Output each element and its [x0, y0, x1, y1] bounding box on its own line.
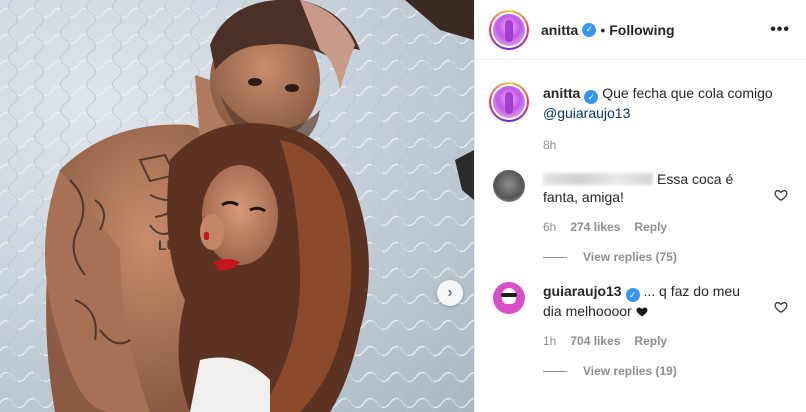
verified-badge-icon: ✓	[582, 22, 597, 37]
caption-avatar[interactable]	[489, 82, 529, 122]
view-replies-label: View replies (75)	[583, 250, 677, 264]
photo-illustration: LUCK	[0, 0, 474, 412]
replies-divider	[543, 370, 567, 372]
post-photo[interactable]: LUCK ›	[0, 0, 474, 412]
commenter-username[interactable]: guiaraujo13	[543, 283, 622, 299]
reply-button[interactable]: Reply	[634, 334, 667, 348]
commenter-avatar[interactable]	[493, 170, 525, 202]
caption-timestamp[interactable]: 8h	[543, 138, 773, 152]
instagram-post: LUCK ›	[0, 0, 806, 412]
following-button[interactable]: Following	[609, 22, 674, 38]
author-username[interactable]: anitta	[541, 22, 578, 38]
blurred-username	[543, 173, 653, 185]
author-avatar-image	[493, 13, 525, 46]
separator-dot: •	[600, 21, 606, 38]
caption-text: Que fecha que cola comigo	[602, 85, 773, 101]
comment-likes-count[interactable]: 704 likes	[570, 334, 620, 348]
replies-divider	[543, 256, 567, 258]
post-header: anitta ✓ • Following •••	[475, 0, 806, 60]
view-replies-button[interactable]: View replies (75)	[543, 250, 790, 264]
comments-section: anitta ✓ Que fecha que cola comigo @guiar…	[475, 60, 806, 378]
black-heart-icon	[636, 307, 648, 317]
caption-mention-link[interactable]: @guiaraujo13	[543, 105, 630, 121]
comment-item: Essa coca é fanta, amiga! 6h 274 likes R…	[489, 170, 790, 234]
reply-button[interactable]: Reply	[634, 220, 667, 234]
view-replies-button[interactable]: View replies (19)	[543, 364, 790, 378]
like-heart-icon[interactable]	[774, 300, 788, 314]
post-sidebar: anitta ✓ • Following ••• anitta ✓ Que fec…	[474, 0, 806, 412]
post-caption: anitta ✓ Que fecha que cola comigo @guiar…	[489, 76, 790, 152]
commenter-avatar[interactable]	[493, 282, 525, 314]
comment-timestamp[interactable]: 1h	[543, 334, 556, 348]
carousel-next-button[interactable]: ›	[437, 280, 463, 306]
comment-item: guiaraujo13 ✓ ... q faz do meu dia melhoo…	[489, 282, 790, 348]
more-options-icon[interactable]: •••	[770, 21, 790, 39]
caption-avatar-image	[493, 86, 525, 118]
chevron-right-icon: ›	[447, 284, 453, 301]
author-avatar[interactable]	[489, 9, 529, 50]
verified-badge-icon: ✓	[584, 90, 599, 104]
comment-timestamp[interactable]: 6h	[543, 220, 556, 234]
like-heart-icon[interactable]	[774, 188, 788, 202]
comment-likes-count[interactable]: 274 likes	[570, 220, 620, 234]
caption-username[interactable]: anitta	[543, 85, 580, 101]
verified-badge-icon: ✓	[625, 288, 640, 302]
view-replies-label: View replies (19)	[583, 364, 677, 378]
